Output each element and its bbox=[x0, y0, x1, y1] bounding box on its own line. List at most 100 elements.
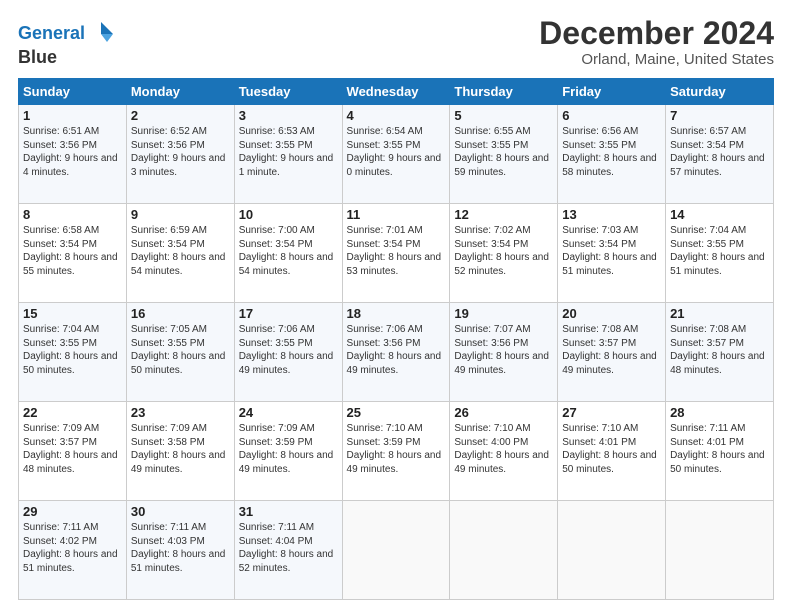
day-number: 28 bbox=[670, 405, 769, 420]
day-number: 26 bbox=[454, 405, 553, 420]
week-row-4: 22 Sunrise: 7:09 AMSunset: 3:57 PMDaylig… bbox=[19, 402, 774, 501]
cell-content: Sunrise: 7:09 AMSunset: 3:59 PMDaylight:… bbox=[239, 422, 338, 476]
cell-content: Sunrise: 6:55 AMSunset: 3:55 PMDaylight:… bbox=[454, 125, 553, 179]
day-number: 7 bbox=[670, 108, 769, 123]
calendar-cell: 28 Sunrise: 7:11 AMSunset: 4:01 PMDaylig… bbox=[666, 402, 774, 501]
day-number: 16 bbox=[131, 306, 230, 321]
cell-content: Sunrise: 7:11 AMSunset: 4:02 PMDaylight:… bbox=[23, 521, 122, 575]
day-number: 17 bbox=[239, 306, 338, 321]
calendar-cell: 9 Sunrise: 6:59 AMSunset: 3:54 PMDayligh… bbox=[126, 204, 234, 303]
day-header-monday: Monday bbox=[126, 79, 234, 105]
cell-content: Sunrise: 6:59 AMSunset: 3:54 PMDaylight:… bbox=[131, 224, 230, 278]
day-number: 29 bbox=[23, 504, 122, 519]
day-number: 14 bbox=[670, 207, 769, 222]
calendar-cell: 12 Sunrise: 7:02 AMSunset: 3:54 PMDaylig… bbox=[450, 204, 558, 303]
day-number: 30 bbox=[131, 504, 230, 519]
day-number: 25 bbox=[347, 405, 446, 420]
calendar-cell: 30 Sunrise: 7:11 AMSunset: 4:03 PMDaylig… bbox=[126, 501, 234, 600]
week-row-5: 29 Sunrise: 7:11 AMSunset: 4:02 PMDaylig… bbox=[19, 501, 774, 600]
calendar-cell: 24 Sunrise: 7:09 AMSunset: 3:59 PMDaylig… bbox=[234, 402, 342, 501]
week-row-1: 1 Sunrise: 6:51 AMSunset: 3:56 PMDayligh… bbox=[19, 105, 774, 204]
calendar-cell: 5 Sunrise: 6:55 AMSunset: 3:55 PMDayligh… bbox=[450, 105, 558, 204]
calendar-cell: 21 Sunrise: 7:08 AMSunset: 3:57 PMDaylig… bbox=[666, 303, 774, 402]
calendar-cell: 4 Sunrise: 6:54 AMSunset: 3:55 PMDayligh… bbox=[342, 105, 450, 204]
logo-line2: Blue bbox=[18, 48, 115, 66]
calendar-cell: 13 Sunrise: 7:03 AMSunset: 3:54 PMDaylig… bbox=[558, 204, 666, 303]
day-number: 15 bbox=[23, 306, 122, 321]
cell-content: Sunrise: 7:11 AMSunset: 4:01 PMDaylight:… bbox=[670, 422, 769, 476]
day-number: 1 bbox=[23, 108, 122, 123]
month-title: December 2024 bbox=[539, 16, 774, 51]
header: General Blue December 2024 Orland, Maine… bbox=[18, 16, 774, 68]
logo-icon bbox=[87, 20, 115, 48]
day-number: 13 bbox=[562, 207, 661, 222]
week-row-2: 8 Sunrise: 6:58 AMSunset: 3:54 PMDayligh… bbox=[19, 204, 774, 303]
calendar-cell: 26 Sunrise: 7:10 AMSunset: 4:00 PMDaylig… bbox=[450, 402, 558, 501]
day-number: 23 bbox=[131, 405, 230, 420]
day-header-sunday: Sunday bbox=[19, 79, 127, 105]
cell-content: Sunrise: 7:10 AMSunset: 4:00 PMDaylight:… bbox=[454, 422, 553, 476]
cell-content: Sunrise: 7:08 AMSunset: 3:57 PMDaylight:… bbox=[670, 323, 769, 377]
calendar-cell: 8 Sunrise: 6:58 AMSunset: 3:54 PMDayligh… bbox=[19, 204, 127, 303]
calendar-cell: 31 Sunrise: 7:11 AMSunset: 4:04 PMDaylig… bbox=[234, 501, 342, 600]
calendar-cell: 19 Sunrise: 7:07 AMSunset: 3:56 PMDaylig… bbox=[450, 303, 558, 402]
day-header-saturday: Saturday bbox=[666, 79, 774, 105]
day-number: 5 bbox=[454, 108, 553, 123]
cell-content: Sunrise: 7:08 AMSunset: 3:57 PMDaylight:… bbox=[562, 323, 661, 377]
day-number: 10 bbox=[239, 207, 338, 222]
day-number: 22 bbox=[23, 405, 122, 420]
logo: General Blue bbox=[18, 20, 115, 66]
cell-content: Sunrise: 7:03 AMSunset: 3:54 PMDaylight:… bbox=[562, 224, 661, 278]
day-number: 2 bbox=[131, 108, 230, 123]
calendar-cell: 1 Sunrise: 6:51 AMSunset: 3:56 PMDayligh… bbox=[19, 105, 127, 204]
cell-content: Sunrise: 6:52 AMSunset: 3:56 PMDaylight:… bbox=[131, 125, 230, 179]
day-number: 27 bbox=[562, 405, 661, 420]
calendar-cell: 29 Sunrise: 7:11 AMSunset: 4:02 PMDaylig… bbox=[19, 501, 127, 600]
logo-text: General bbox=[18, 24, 85, 44]
page: General Blue December 2024 Orland, Maine… bbox=[0, 0, 792, 612]
day-number: 18 bbox=[347, 306, 446, 321]
day-number: 9 bbox=[131, 207, 230, 222]
day-number: 8 bbox=[23, 207, 122, 222]
calendar-cell: 15 Sunrise: 7:04 AMSunset: 3:55 PMDaylig… bbox=[19, 303, 127, 402]
cell-content: Sunrise: 7:01 AMSunset: 3:54 PMDaylight:… bbox=[347, 224, 446, 278]
calendar-cell bbox=[450, 501, 558, 600]
cell-content: Sunrise: 7:11 AMSunset: 4:03 PMDaylight:… bbox=[131, 521, 230, 575]
day-number: 4 bbox=[347, 108, 446, 123]
day-number: 6 bbox=[562, 108, 661, 123]
location: Orland, Maine, United States bbox=[539, 51, 774, 68]
day-number: 11 bbox=[347, 207, 446, 222]
calendar-cell: 23 Sunrise: 7:09 AMSunset: 3:58 PMDaylig… bbox=[126, 402, 234, 501]
day-header-wednesday: Wednesday bbox=[342, 79, 450, 105]
cell-content: Sunrise: 7:09 AMSunset: 3:58 PMDaylight:… bbox=[131, 422, 230, 476]
cell-content: Sunrise: 7:07 AMSunset: 3:56 PMDaylight:… bbox=[454, 323, 553, 377]
calendar-header-row: SundayMondayTuesdayWednesdayThursdayFrid… bbox=[19, 79, 774, 105]
day-number: 3 bbox=[239, 108, 338, 123]
cell-content: Sunrise: 6:53 AMSunset: 3:55 PMDaylight:… bbox=[239, 125, 338, 179]
calendar-cell: 17 Sunrise: 7:06 AMSunset: 3:55 PMDaylig… bbox=[234, 303, 342, 402]
day-header-thursday: Thursday bbox=[450, 79, 558, 105]
calendar-table: SundayMondayTuesdayWednesdayThursdayFrid… bbox=[18, 78, 774, 600]
calendar-cell: 7 Sunrise: 6:57 AMSunset: 3:54 PMDayligh… bbox=[666, 105, 774, 204]
cell-content: Sunrise: 7:11 AMSunset: 4:04 PMDaylight:… bbox=[239, 521, 338, 575]
cell-content: Sunrise: 7:02 AMSunset: 3:54 PMDaylight:… bbox=[454, 224, 553, 278]
calendar-cell: 11 Sunrise: 7:01 AMSunset: 3:54 PMDaylig… bbox=[342, 204, 450, 303]
calendar-cell: 3 Sunrise: 6:53 AMSunset: 3:55 PMDayligh… bbox=[234, 105, 342, 204]
day-number: 24 bbox=[239, 405, 338, 420]
calendar-cell bbox=[666, 501, 774, 600]
day-header-friday: Friday bbox=[558, 79, 666, 105]
calendar-body: 1 Sunrise: 6:51 AMSunset: 3:56 PMDayligh… bbox=[19, 105, 774, 600]
cell-content: Sunrise: 7:00 AMSunset: 3:54 PMDaylight:… bbox=[239, 224, 338, 278]
day-number: 19 bbox=[454, 306, 553, 321]
calendar-cell bbox=[558, 501, 666, 600]
cell-content: Sunrise: 7:09 AMSunset: 3:57 PMDaylight:… bbox=[23, 422, 122, 476]
cell-content: Sunrise: 7:06 AMSunset: 3:56 PMDaylight:… bbox=[347, 323, 446, 377]
cell-content: Sunrise: 7:10 AMSunset: 3:59 PMDaylight:… bbox=[347, 422, 446, 476]
cell-content: Sunrise: 7:04 AMSunset: 3:55 PMDaylight:… bbox=[670, 224, 769, 278]
cell-content: Sunrise: 6:54 AMSunset: 3:55 PMDaylight:… bbox=[347, 125, 446, 179]
cell-content: Sunrise: 7:04 AMSunset: 3:55 PMDaylight:… bbox=[23, 323, 122, 377]
cell-content: Sunrise: 6:57 AMSunset: 3:54 PMDaylight:… bbox=[670, 125, 769, 179]
day-number: 20 bbox=[562, 306, 661, 321]
calendar-cell: 27 Sunrise: 7:10 AMSunset: 4:01 PMDaylig… bbox=[558, 402, 666, 501]
day-number: 21 bbox=[670, 306, 769, 321]
